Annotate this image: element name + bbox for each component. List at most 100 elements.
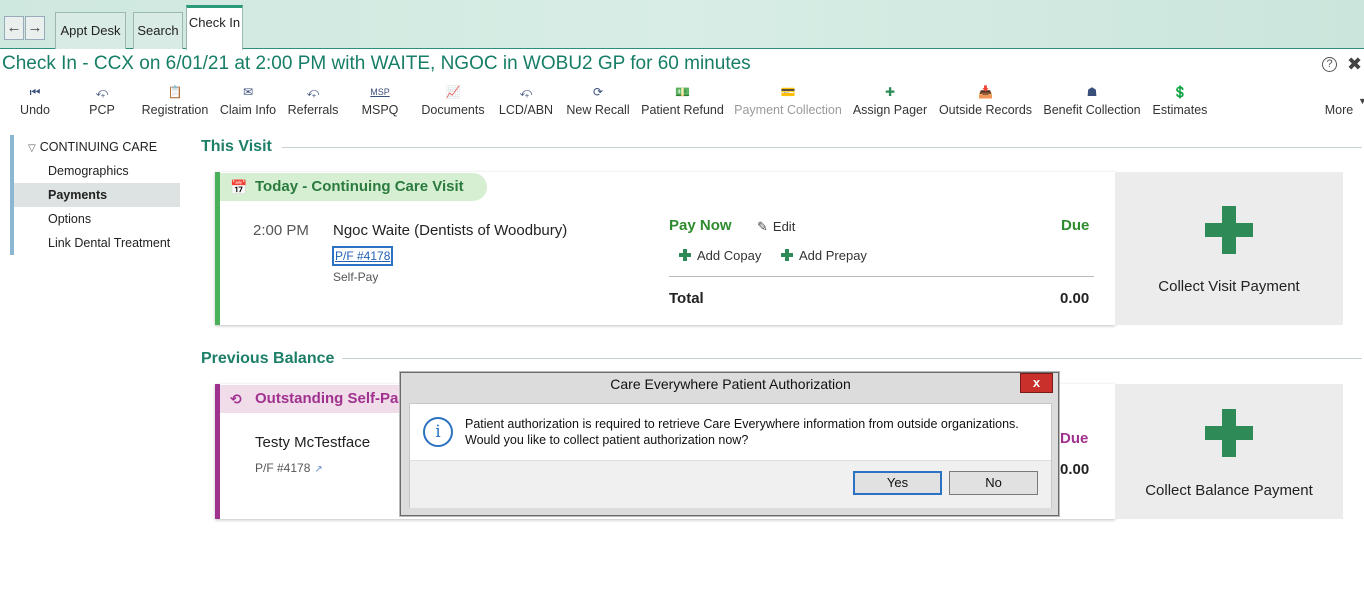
visit-provider: Ngoc Waite (Dentists of Woodbury) xyxy=(333,222,568,239)
total-label: Total xyxy=(669,290,704,307)
referrals-button[interactable]: ⤽ Referrals xyxy=(286,84,340,120)
more-button[interactable]: More xyxy=(1322,84,1356,120)
visit-pill-label: Today - Continuing Care Visit xyxy=(255,178,464,195)
balance-amount: 0.00 xyxy=(1060,461,1090,478)
records-icon: 📥 xyxy=(978,85,993,99)
history-icon: ⟲ xyxy=(230,391,242,407)
msp-icon: MSP xyxy=(370,87,390,97)
stethoscope-icon: ⤽ xyxy=(519,85,533,99)
payment-collection-label: Payment Collection xyxy=(734,103,842,117)
page-title: Check In - CCX on 6/01/21 at 2:00 PM wit… xyxy=(2,53,751,74)
pf-account-link[interactable]: P/F #4178 xyxy=(332,246,394,266)
tab-search-label: Search xyxy=(137,23,179,38)
patient-refund-label: Patient Refund xyxy=(641,103,724,117)
assign-pager-button[interactable]: ✚ Assign Pager xyxy=(852,84,928,120)
patient-refund-button[interactable]: 💵 Patient Refund xyxy=(641,84,724,120)
left-nav: ▽ CONTINUING CARE Demographics Payments O… xyxy=(10,135,180,255)
section-divider xyxy=(342,358,1362,359)
recall-icon: ⟳ xyxy=(592,85,604,99)
undo-icon: ⏮ xyxy=(29,85,41,99)
forward-arrow-icon[interactable]: → xyxy=(25,16,45,40)
visit-pill: 📅 Today - Continuing Care Visit xyxy=(220,173,487,201)
estimates-icon: 💲 xyxy=(1172,85,1188,99)
collect-balance-payment-button[interactable]: Collect Balance Payment xyxy=(1115,384,1343,519)
dialog-message-line2: Would you like to collect patient author… xyxy=(465,433,749,447)
collect-balance-payment-label: Collect Balance Payment xyxy=(1145,482,1313,499)
add-prepay-button[interactable]: Add Prepay xyxy=(781,248,867,263)
plus-icon xyxy=(1205,206,1253,254)
documents-button[interactable]: 📈 Documents xyxy=(420,84,486,120)
payment-collection-button[interactable]: 💳 Payment Collection xyxy=(734,84,842,120)
undo-button[interactable]: ⏮ Undo xyxy=(20,84,50,120)
refund-icon: 💵 xyxy=(675,85,690,99)
dialog-title: Care Everywhere Patient Authorization xyxy=(610,376,851,392)
claim-info-button[interactable]: ✉ Claim Info xyxy=(219,84,277,120)
collect-visit-payment-button[interactable]: Collect Visit Payment xyxy=(1115,172,1343,325)
tab-appt-desk[interactable]: Appt Desk xyxy=(55,12,126,49)
top-tab-bar: ← → Appt Desk Search Check In xyxy=(0,0,1364,50)
balance-pill: ⟲ Outstanding Self-Pa xyxy=(220,385,420,413)
benefit-icon: ☗ xyxy=(1086,85,1098,99)
estimates-button[interactable]: 💲 Estimates xyxy=(1151,84,1209,120)
tab-check-in[interactable]: Check In xyxy=(186,5,243,50)
nav-item-options[interactable]: Options xyxy=(14,207,180,231)
plus-icon xyxy=(679,249,691,261)
outside-records-button[interactable]: 📥 Outside Records xyxy=(938,84,1033,120)
estimates-label: Estimates xyxy=(1152,103,1208,117)
total-divider xyxy=(669,276,1094,277)
yes-button[interactable]: Yes xyxy=(853,471,942,495)
help-icon[interactable]: ? xyxy=(1322,57,1337,72)
add-copay-button[interactable]: Add Copay xyxy=(679,248,761,263)
referral-icon: ⤽ xyxy=(306,85,320,99)
no-button[interactable]: No xyxy=(949,471,1038,495)
new-recall-button[interactable]: ⟳ New Recall xyxy=(566,84,630,120)
patient-name: Testy McTestface xyxy=(255,434,371,451)
external-link-icon: ↗ xyxy=(314,464,323,475)
stethoscope-icon: ⤽ xyxy=(95,85,109,99)
edit-button[interactable]: ✎ Edit xyxy=(757,219,795,235)
triangle-down-icon: ▽ xyxy=(28,143,36,154)
dialog-message-line1: Patient authorization is required to ret… xyxy=(465,417,1019,431)
outside-records-label: Outside Records xyxy=(938,103,1033,117)
more-spacer xyxy=(1322,84,1356,100)
nav-item-demographics[interactable]: Demographics xyxy=(14,159,180,183)
section-divider xyxy=(282,147,1362,148)
due-label: Due xyxy=(1061,217,1090,234)
clipboard-icon: 📋 xyxy=(167,85,183,99)
chevron-down-icon[interactable]: ▼ xyxy=(1358,96,1364,106)
nav-section-header-label: CONTINUING CARE xyxy=(39,140,158,154)
pcp-button[interactable]: ⤽ PCP xyxy=(86,84,118,120)
collect-visit-payment-label: Collect Visit Payment xyxy=(1158,278,1300,295)
plus-icon xyxy=(1205,409,1253,457)
mspq-label: MSPQ xyxy=(361,103,399,117)
registration-label: Registration xyxy=(141,103,209,117)
plus-icon: ✚ xyxy=(884,85,896,99)
registration-button[interactable]: 📋 Registration xyxy=(140,84,210,120)
back-arrow-icon[interactable]: ← xyxy=(4,16,24,40)
nav-item-payments[interactable]: Payments xyxy=(14,183,180,207)
close-icon[interactable]: ✖ xyxy=(1347,54,1362,75)
visit-card: 📅 Today - Continuing Care Visit 2:00 PM … xyxy=(215,172,1115,325)
nav-item-link-dental-treatment[interactable]: Link Dental Treatment xyxy=(14,231,180,255)
lcd-abn-button[interactable]: ⤽ LCD/ABN xyxy=(498,84,554,120)
pencil-icon: ✎ xyxy=(757,219,768,234)
dialog-close-button[interactable]: x xyxy=(1020,373,1053,393)
benefit-collection-button[interactable]: ☗ Benefit Collection xyxy=(1043,84,1141,120)
payment-icon: 💳 xyxy=(780,85,796,99)
nav-section-header[interactable]: ▽ CONTINUING CARE xyxy=(28,140,157,154)
mspq-button[interactable]: MSP MSPQ xyxy=(361,84,399,120)
claim-info-label: Claim Info xyxy=(219,103,277,117)
info-icon: i xyxy=(423,417,453,447)
documents-label: Documents xyxy=(421,103,485,117)
new-recall-label: New Recall xyxy=(566,103,630,117)
total-value: 0.00 xyxy=(1060,290,1090,307)
tab-search[interactable]: Search xyxy=(133,12,183,49)
assign-pager-label: Assign Pager xyxy=(852,103,928,117)
tab-appt-desk-label: Appt Desk xyxy=(60,23,121,38)
referrals-label: Referrals xyxy=(287,103,339,117)
balance-pf[interactable]: P/F #4178 ↗ xyxy=(255,461,323,475)
claim-icon: ✉ xyxy=(242,85,254,99)
balance-pill-label: Outstanding Self-Pa xyxy=(255,390,399,407)
tab-check-in-label: Check In xyxy=(188,15,241,30)
undo-label: Undo xyxy=(20,103,50,117)
